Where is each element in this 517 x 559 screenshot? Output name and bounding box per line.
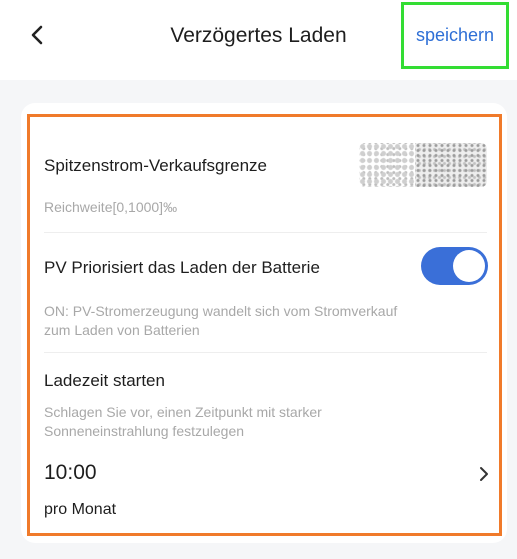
- peak-limit-value-blurred: [359, 143, 415, 187]
- charge-start-label: Ladezeit starten: [44, 371, 165, 390]
- pv-priority-label: PV Priorisiert das Laden der Batterie: [44, 258, 320, 277]
- pv-priority-toggle[interactable]: [421, 247, 488, 285]
- divider: [44, 232, 487, 233]
- divider: [44, 352, 487, 353]
- pv-priority-hint-line2: zum Laden von Batterien: [44, 322, 200, 338]
- top-bar: Verzögertes Laden speichern: [0, 0, 517, 80]
- pv-priority-hint-line1: ON: PV-Stromerzeugung wandelt sich vom S…: [44, 303, 398, 319]
- time-picker-arrow[interactable]: [474, 462, 494, 486]
- charge-start-time[interactable]: 10:00: [44, 461, 97, 485]
- peak-limit-input[interactable]: [359, 143, 487, 187]
- peak-limit-label: Spitzenstrom-Verkaufsgrenze: [44, 156, 267, 175]
- peak-limit-unit-blurred: [415, 143, 487, 187]
- charge-frequency[interactable]: pro Monat: [44, 501, 116, 519]
- peak-limit-hint: Reichweite[0,1000]‰: [44, 199, 178, 215]
- chevron-right-icon: [480, 467, 488, 481]
- toggle-knob: [453, 250, 485, 282]
- charge-start-hint-line2: Sonneneinstrahlung festzulegen: [44, 423, 245, 439]
- save-button[interactable]: speichern: [401, 2, 509, 69]
- charge-start-hint-line1: Schlagen Sie vor, einen Zeitpunkt mit st…: [44, 404, 322, 420]
